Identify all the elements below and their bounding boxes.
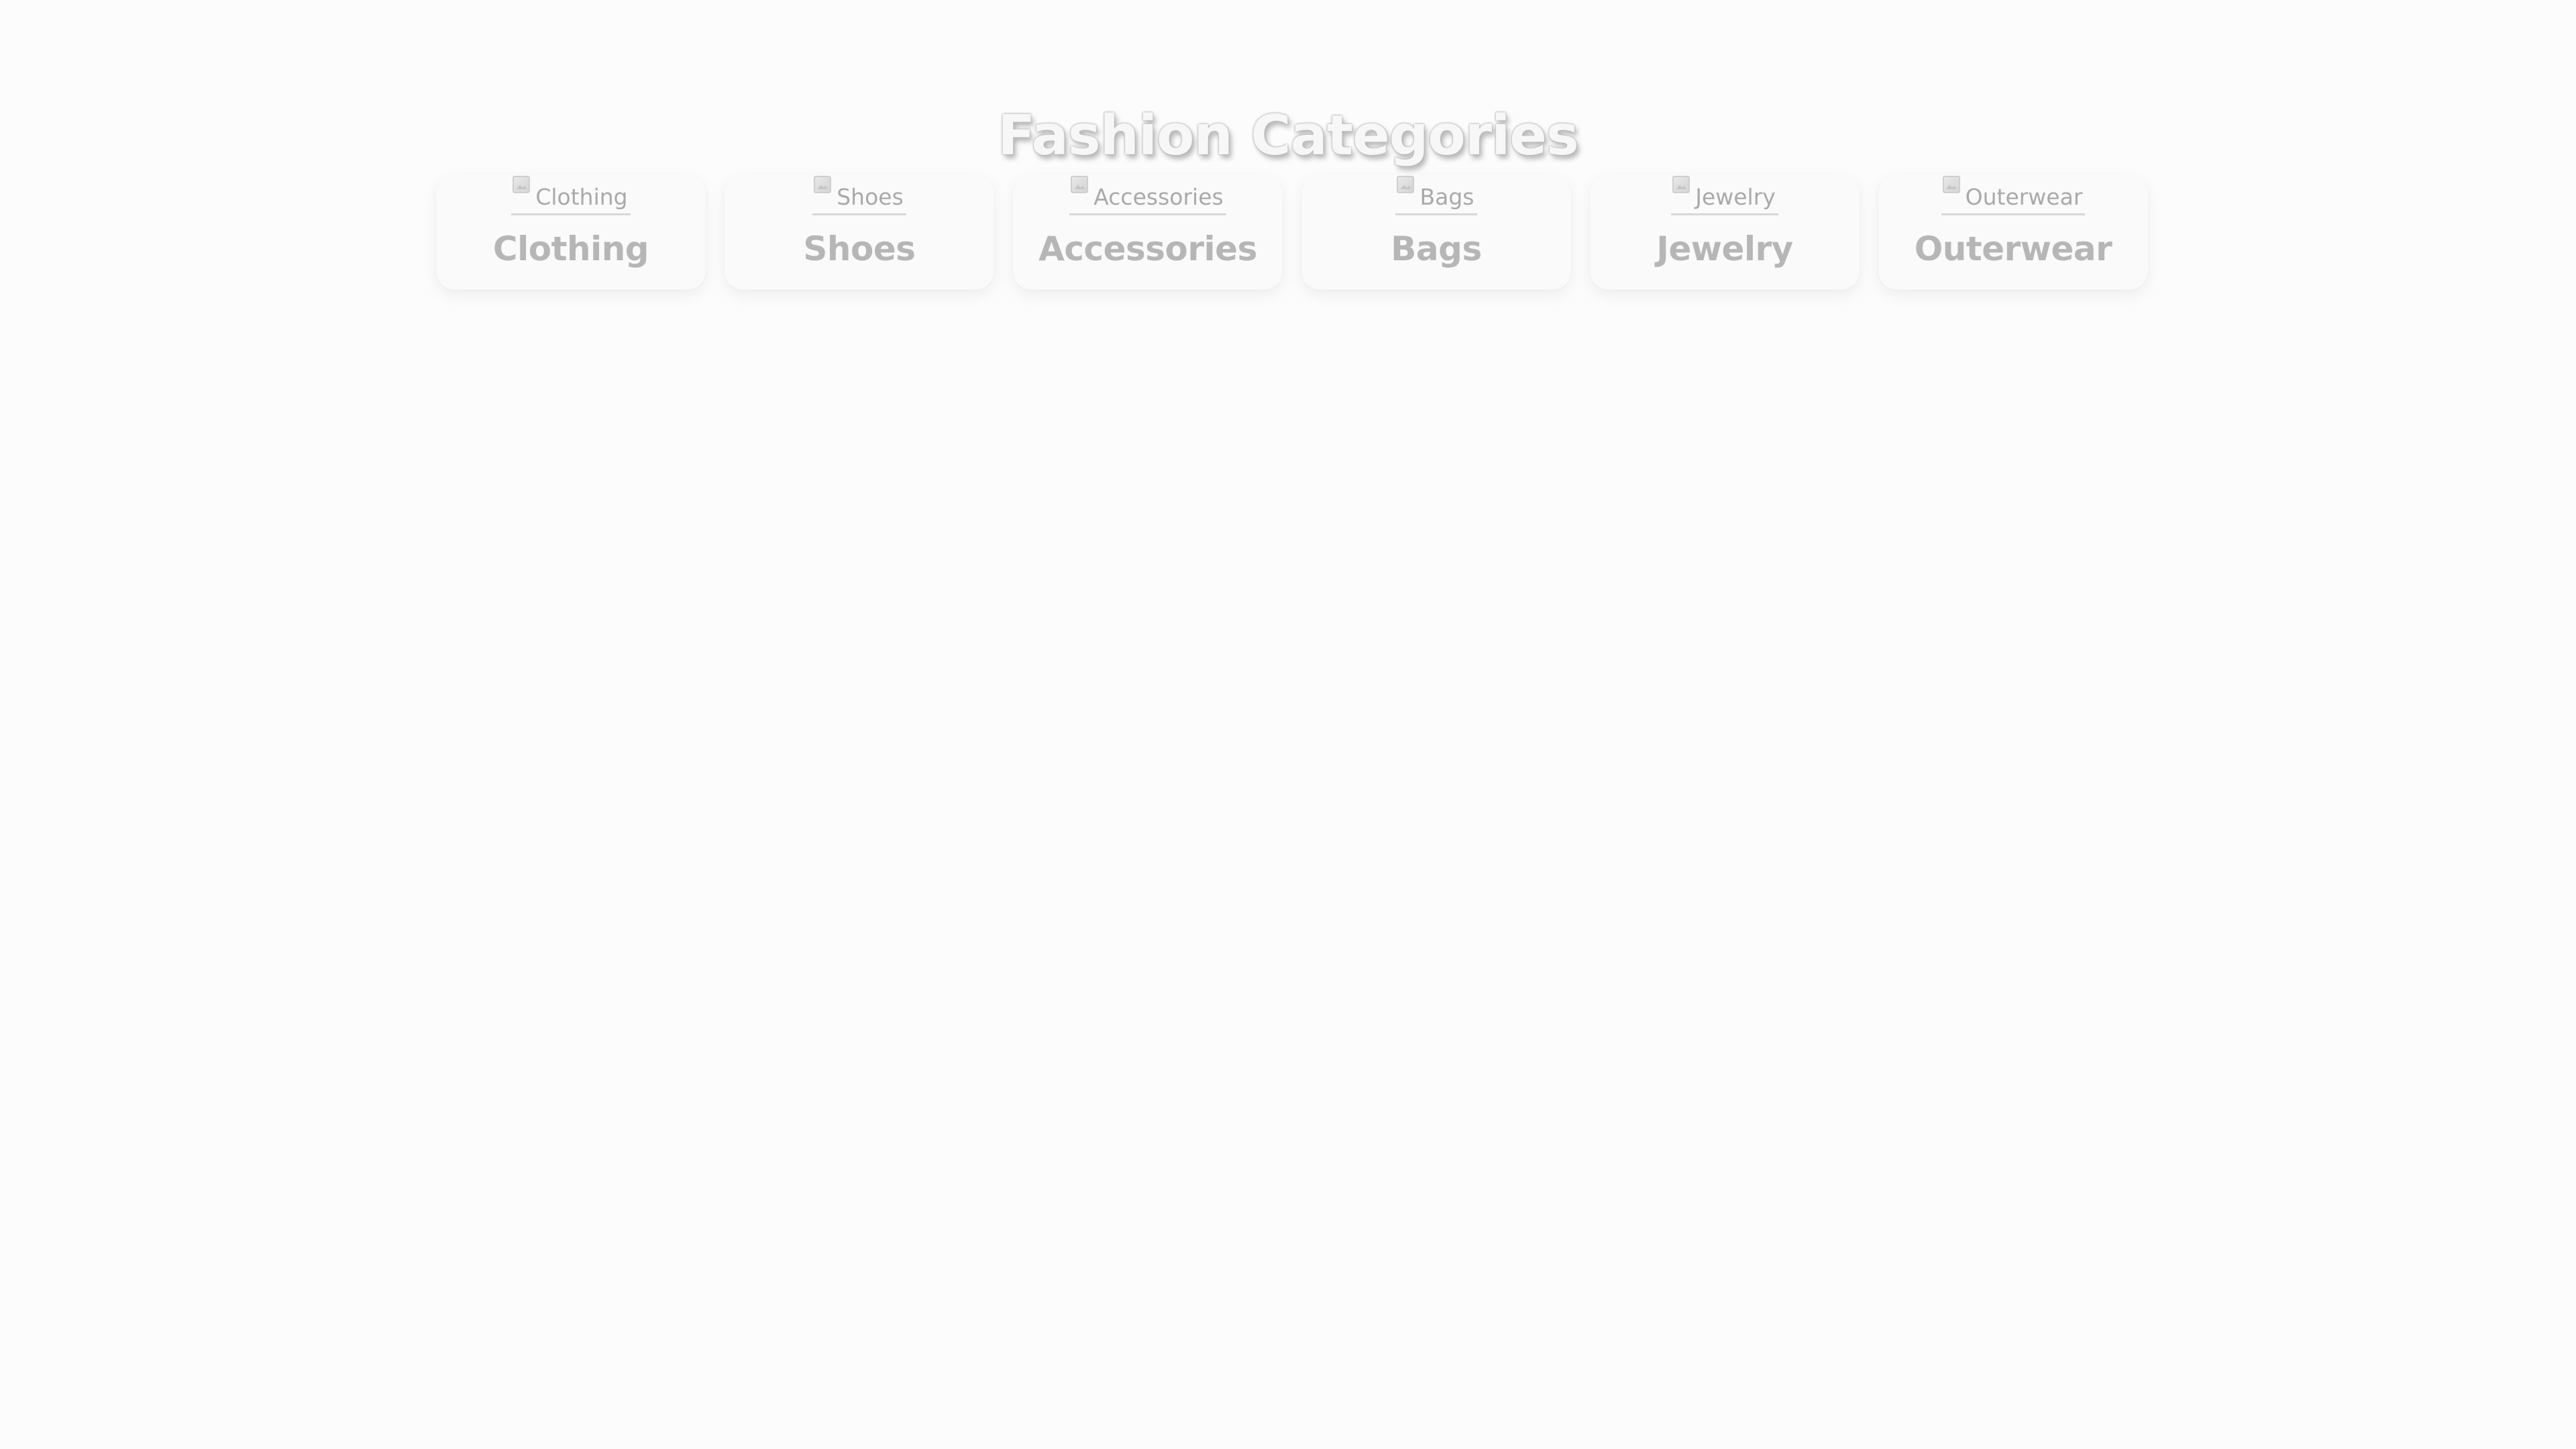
category-image[interactable]: Bags xyxy=(1395,174,1477,215)
category-card-clothing[interactable]: Clothing Clothing xyxy=(436,174,706,290)
broken-image-icon xyxy=(1672,176,1690,193)
category-label[interactable]: Jewelry xyxy=(1590,229,1860,268)
category-card-jewelry[interactable]: Jewelry Jewelry xyxy=(1590,174,1860,290)
category-image-alt: Clothing xyxy=(535,184,628,210)
category-label[interactable]: Outerwear xyxy=(1878,229,2148,268)
category-image-holder: Shoes xyxy=(724,174,994,215)
category-label[interactable]: Accessories xyxy=(1013,229,1283,268)
category-image[interactable]: Shoes xyxy=(812,174,906,215)
category-image-alt: Shoes xyxy=(837,184,904,210)
category-image[interactable]: Clothing xyxy=(511,174,631,215)
category-card-bags[interactable]: Bags Bags xyxy=(1301,174,1571,290)
category-label[interactable]: Clothing xyxy=(436,229,706,268)
category-image[interactable]: Outerwear xyxy=(1941,174,2086,215)
category-image-holder: Accessories xyxy=(1013,174,1283,215)
category-image[interactable]: Accessories xyxy=(1069,174,1226,215)
broken-image-icon xyxy=(513,176,531,193)
category-image-alt: Outerwear xyxy=(1965,184,2083,210)
broken-image-icon xyxy=(1942,176,1960,193)
category-image-holder: Outerwear xyxy=(1878,174,2148,215)
category-image-holder: Jewelry xyxy=(1590,174,1860,215)
broken-image-icon xyxy=(1071,176,1089,193)
category-label[interactable]: Bags xyxy=(1301,229,1571,268)
category-label[interactable]: Shoes xyxy=(724,229,994,268)
category-grid: Clothing Clothing Shoes Shoes Accessorie… xyxy=(436,174,2148,290)
broken-image-icon xyxy=(1397,176,1415,193)
category-image-holder: Bags xyxy=(1301,174,1571,215)
category-card-accessories[interactable]: Accessories Accessories xyxy=(1013,174,1283,290)
category-card-shoes[interactable]: Shoes Shoes xyxy=(724,174,994,290)
category-image-holder: Clothing xyxy=(436,174,706,215)
category-image-alt: Bags xyxy=(1419,184,1474,210)
page-title: Fashion Categories xyxy=(998,103,1578,168)
category-image-alt: Jewelry xyxy=(1695,184,1776,210)
broken-image-icon xyxy=(814,176,832,193)
category-card-outerwear[interactable]: Outerwear Outerwear xyxy=(1878,174,2148,290)
category-image-alt: Accessories xyxy=(1093,184,1224,210)
category-image[interactable]: Jewelry xyxy=(1671,174,1778,215)
